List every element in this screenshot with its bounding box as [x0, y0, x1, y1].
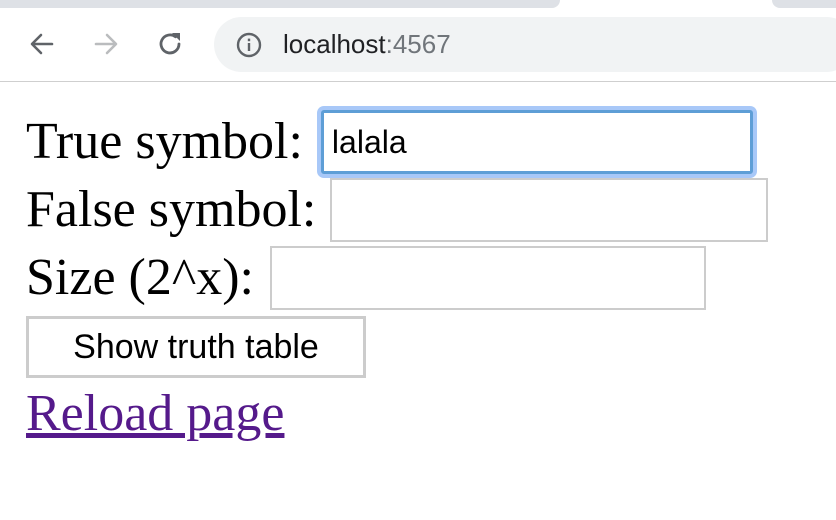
reload-icon — [159, 33, 181, 55]
reload-page-link[interactable]: Reload page — [26, 382, 284, 446]
url-host: localhost — [283, 29, 386, 59]
tab-strip — [772, 0, 836, 8]
true-symbol-input[interactable] — [320, 110, 753, 174]
false-symbol-input[interactable] — [330, 178, 769, 242]
false-symbol-label: False symbol: — [26, 181, 317, 238]
browser-toolbar: localhost:4567 — [0, 0, 836, 82]
reload-button[interactable] — [152, 26, 188, 62]
url-text[interactable]: localhost:4567 — [283, 28, 451, 60]
back-button[interactable] — [24, 26, 60, 62]
true-symbol-label: True symbol: — [26, 113, 303, 170]
arrow-right-icon — [94, 33, 118, 55]
submit-row: Show truth table — [26, 314, 826, 380]
false-symbol-row: False symbol: — [26, 176, 826, 244]
page-content: True symbol: False symbol: Size (2^x): S… — [26, 108, 826, 446]
url-port: :4567 — [385, 29, 451, 59]
size-input[interactable] — [270, 246, 707, 310]
info-circle-icon[interactable] — [236, 32, 262, 58]
forward-button[interactable] — [88, 26, 124, 62]
size-label: Size (2^x): — [26, 249, 255, 306]
show-truth-table-button[interactable]: Show truth table — [26, 316, 366, 378]
arrow-left-icon — [30, 33, 54, 55]
true-symbol-row: True symbol: — [26, 108, 826, 176]
tab-strip — [0, 0, 560, 8]
size-row: Size (2^x): — [26, 244, 826, 312]
